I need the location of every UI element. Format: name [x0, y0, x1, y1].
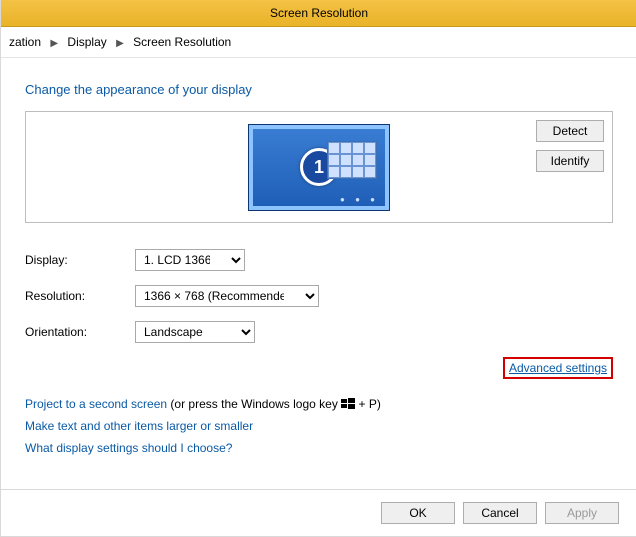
windows-key-icon	[341, 398, 355, 410]
apply-button[interactable]: Apply	[545, 502, 619, 524]
breadcrumb-item[interactable]: Display	[67, 35, 106, 49]
project-second-screen-link[interactable]: Project to a second screen (or press the…	[25, 397, 613, 411]
resolution-label: Resolution:	[25, 289, 135, 303]
display-select[interactable]: 1. LCD 1366x768	[135, 249, 245, 271]
content-area: Change the appearance of your display 1 …	[1, 58, 636, 455]
text-size-link[interactable]: Make text and other items larger or smal…	[25, 419, 613, 433]
detect-button[interactable]: Detect	[536, 120, 604, 142]
ok-button[interactable]: OK	[381, 502, 455, 524]
orientation-select[interactable]: Landscape	[135, 321, 255, 343]
breadcrumb-item[interactable]: Screen Resolution	[133, 35, 231, 49]
monitor-grid-icon	[327, 141, 377, 179]
chevron-right-icon: ▶	[116, 38, 124, 49]
page-heading: Change the appearance of your display	[25, 82, 613, 97]
screen-resolution-window: Screen Resolution zation ▶ Display ▶ Scr…	[0, 0, 636, 537]
breadcrumb-item[interactable]: zation	[9, 35, 41, 49]
breadcrumb: zation ▶ Display ▶ Screen Resolution	[1, 27, 636, 58]
dialog-footer: OK Cancel Apply	[1, 489, 636, 536]
cancel-button[interactable]: Cancel	[463, 502, 537, 524]
monitor-dots-icon: ● ● ●	[340, 195, 379, 204]
window-title: Screen Resolution	[1, 0, 636, 27]
identify-button[interactable]: Identify	[536, 150, 604, 172]
advanced-settings-link[interactable]: Advanced settings	[503, 357, 613, 379]
orientation-label: Orientation:	[25, 325, 135, 339]
resolution-select[interactable]: 1366 × 768 (Recommended)	[135, 285, 319, 307]
display-preview-box: 1 ● ● ● Detect Identify	[25, 111, 613, 223]
display-label: Display:	[25, 253, 135, 267]
monitor-icon[interactable]: 1 ● ● ●	[248, 124, 390, 211]
chevron-right-icon: ▶	[50, 38, 58, 49]
help-link[interactable]: What display settings should I choose?	[25, 441, 613, 455]
